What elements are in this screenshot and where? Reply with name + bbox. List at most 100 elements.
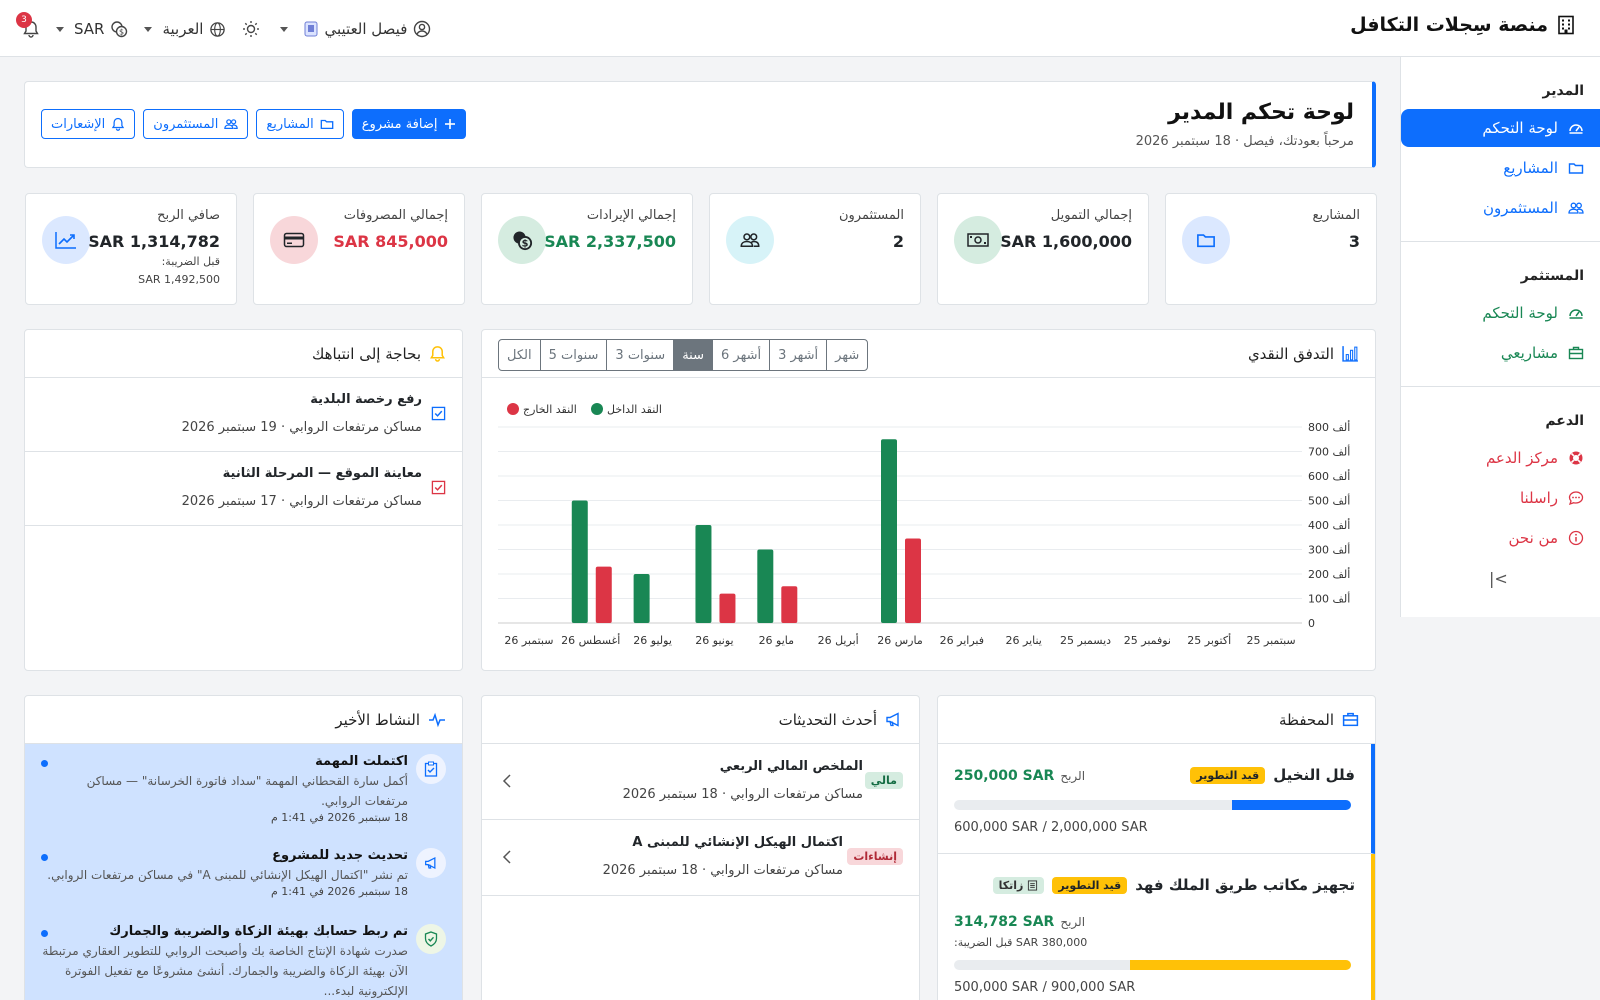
sidebar-item-about[interactable]: من نحن <box>1401 519 1600 557</box>
bell-icon <box>111 117 125 131</box>
activity-list: اكتملت المهمة أكمل سارة القحطاني المهمة … <box>25 744 462 1000</box>
x-tick-label: يونيو 26 <box>695 634 733 647</box>
shield-check-icon <box>416 924 446 954</box>
language-dropdown[interactable]: العربية <box>144 20 226 38</box>
currency-label: SAR <box>74 20 105 38</box>
notifications-button[interactable]: الإشعارات <box>41 109 136 139</box>
activity-item[interactable]: تم ربط حسابك بهيئة الزكاة والضريبة والجم… <box>25 914 462 1000</box>
update-subtitle: مساكن مرتفعات الروابي · 18 سبتمبر 2026 <box>602 863 843 878</box>
stat-label: إجمالي التمويل <box>1050 208 1132 223</box>
portfolio-progress-fill <box>1130 960 1351 970</box>
sidebar-item-investor-dashboard[interactable]: لوحة التحكم <box>1401 294 1600 332</box>
update-title: اكتمال الهيكل الإنشائي للمبنى A <box>632 835 843 850</box>
header-buttons: الإشعارات المستثمرون المشاريع إضافة مشرو… <box>41 109 466 139</box>
credit-card-icon <box>270 216 318 264</box>
x-tick-label: سبتمبر 26 <box>504 634 553 647</box>
portfolio-progress-fill <box>1231 800 1351 810</box>
sidebar-item-label: لوحة التحكم <box>1482 304 1558 322</box>
building-icon <box>1556 15 1576 35</box>
update-item[interactable]: إنشاءات اكتمال الهيكل الإنشائي للمبنى A … <box>482 820 919 896</box>
receipt-icon <box>1027 879 1038 891</box>
status-badge: قيد التطوير <box>1052 876 1128 894</box>
range-3-months[interactable]: 3 أشهر <box>769 340 826 370</box>
activity-icon <box>428 712 446 728</box>
stat-value: 1,314,782 SAR <box>88 232 220 251</box>
chevron-left-icon[interactable] <box>502 774 512 788</box>
activity-title: النشاط الأخير <box>335 710 420 729</box>
projects-button[interactable]: المشاريع <box>256 109 344 139</box>
update-title: الملخص المالي الربعي <box>719 759 863 774</box>
sidebar-item-admin-dashboard[interactable]: لوحة التحكم <box>1401 109 1600 147</box>
activity-item-time: 18 سبتمبر 2026 في 1:41 م <box>270 811 408 824</box>
update-item[interactable]: مالي الملخص المالي الربعي مساكن مرتفعات … <box>482 744 919 820</box>
chevron-left-icon[interactable] <box>502 850 512 864</box>
unread-dot <box>41 930 48 937</box>
notifications-toggle[interactable]: 3 <box>16 12 40 38</box>
company-badge-icon <box>304 21 318 37</box>
sidebar-collapse-button[interactable]: |< <box>1489 569 1508 588</box>
sidebar-item-contact[interactable]: راسلنا <box>1401 479 1600 517</box>
sidebar-item-my-projects[interactable]: مشاريعي <box>1401 334 1600 372</box>
stat-pretax-label: قبل الضريبة: <box>161 255 220 268</box>
investors-button[interactable]: المستثمرون <box>143 109 249 139</box>
attention-item[interactable]: رفع رخصة البلدية مساكن مرتفعات الروابي ·… <box>25 378 462 452</box>
activity-item-title: اكتملت المهمة <box>315 754 408 769</box>
sidebar-item-support-center[interactable]: مركز الدعم <box>1401 439 1600 477</box>
sidebar: المدير لوحة التحكم المشاريع المستثمرون ا… <box>1400 57 1600 617</box>
user-menu[interactable]: فيصل العتيبي <box>304 20 431 38</box>
activity-item[interactable]: تحديث جديد للمشروع تم نشر "اكتمال الهيكل… <box>25 838 462 914</box>
cashflow-title: التدفق النقدي <box>1247 344 1334 363</box>
stat-card-projects: المشاريع 3 <box>1165 193 1377 305</box>
briefcase-icon <box>1342 711 1359 728</box>
bar-cash-in <box>571 500 588 623</box>
portfolio-profit-label: الربح <box>1060 769 1086 783</box>
caret-down-icon <box>280 26 289 32</box>
currency-dropdown[interactable]: SAR $ <box>56 20 128 38</box>
range-month[interactable]: شهر <box>826 340 867 370</box>
activity-item[interactable]: اكتملت المهمة أكمل سارة القحطاني المهمة … <box>25 744 462 838</box>
status-badge: قيد التطوير <box>1190 766 1266 784</box>
bar-cash-in <box>881 439 897 623</box>
clipboard-check-icon <box>416 754 446 784</box>
portfolio-item[interactable]: تجهيز مكاتب طريق الملك فهد قيد التطوير ز… <box>938 854 1375 1000</box>
range-6-months[interactable]: 6 أشهر <box>712 340 769 370</box>
range-5-years[interactable]: 5 سنوات <box>539 340 607 370</box>
legend-swatch <box>591 403 603 415</box>
x-tick-label: أغسطس 26 <box>561 633 620 647</box>
theme-dropdown[interactable] <box>242 20 289 38</box>
y-tick-label: 200 ألف <box>1308 567 1350 581</box>
range-year[interactable]: سنة <box>673 340 712 370</box>
portfolio-item[interactable]: فلل النخيل قيد التطوير 250,000 SAR الربح… <box>938 744 1375 854</box>
stat-label: إجمالي الإيرادات <box>586 208 676 223</box>
sidebar-section-admin: المدير لوحة التحكم المشاريع المستثمرون <box>1401 57 1600 227</box>
stat-value: 1,600,000 SAR <box>1000 232 1132 251</box>
y-tick-label: 400 ألف <box>1308 518 1350 532</box>
add-project-button[interactable]: إضافة مشروع <box>351 109 466 139</box>
folder-icon <box>1568 160 1584 176</box>
sidebar-item-label: المستثمرون <box>1482 199 1558 217</box>
sidebar-item-investors[interactable]: المستثمرون <box>1401 189 1600 227</box>
add-project-button-label: إضافة مشروع <box>361 116 438 132</box>
top-navbar: منصة سِجلات التكافل 3 SAR $ العربية فيصل… <box>0 0 1600 57</box>
range-all[interactable]: الكل <box>499 340 540 370</box>
plus-icon <box>444 118 456 130</box>
portfolio-item-name: فلل النخيل <box>1273 766 1355 784</box>
bar-cash-in <box>695 525 712 623</box>
caret-down-icon <box>56 26 64 32</box>
brand[interactable]: منصة سِجلات التكافل <box>1350 14 1576 36</box>
stat-label: المستثمرون <box>838 208 904 223</box>
attention-item[interactable]: معاينة الموقع — المرحلة الثانية مساكن مر… <box>25 452 462 526</box>
stat-card-net-profit: صافي الربح 1,314,782 SAR قبل الضريبة: 1,… <box>25 193 237 305</box>
sidebar-item-projects[interactable]: المشاريع <box>1401 149 1600 187</box>
portfolio-amounts: 500,000 SAR / 900,000 SAR <box>954 980 1136 995</box>
people-icon <box>726 216 774 264</box>
updates-title: أحدث التحديثات <box>778 710 877 729</box>
x-tick-label: نوفمبر 25 <box>1124 634 1171 647</box>
sidebar-section-support: الدعم مركز الدعم راسلنا من نحن <box>1401 387 1600 557</box>
activity-item-time: 18 سبتمبر 2026 في 1:41 م <box>270 885 408 898</box>
brand-name: منصة سِجلات التكافل <box>1350 14 1548 36</box>
sidebar-section-title: المستثمر <box>1520 268 1584 284</box>
range-3-years[interactable]: 3 سنوات <box>606 340 673 370</box>
lifebuoy-icon <box>1568 450 1584 466</box>
chat-icon <box>1568 490 1584 506</box>
